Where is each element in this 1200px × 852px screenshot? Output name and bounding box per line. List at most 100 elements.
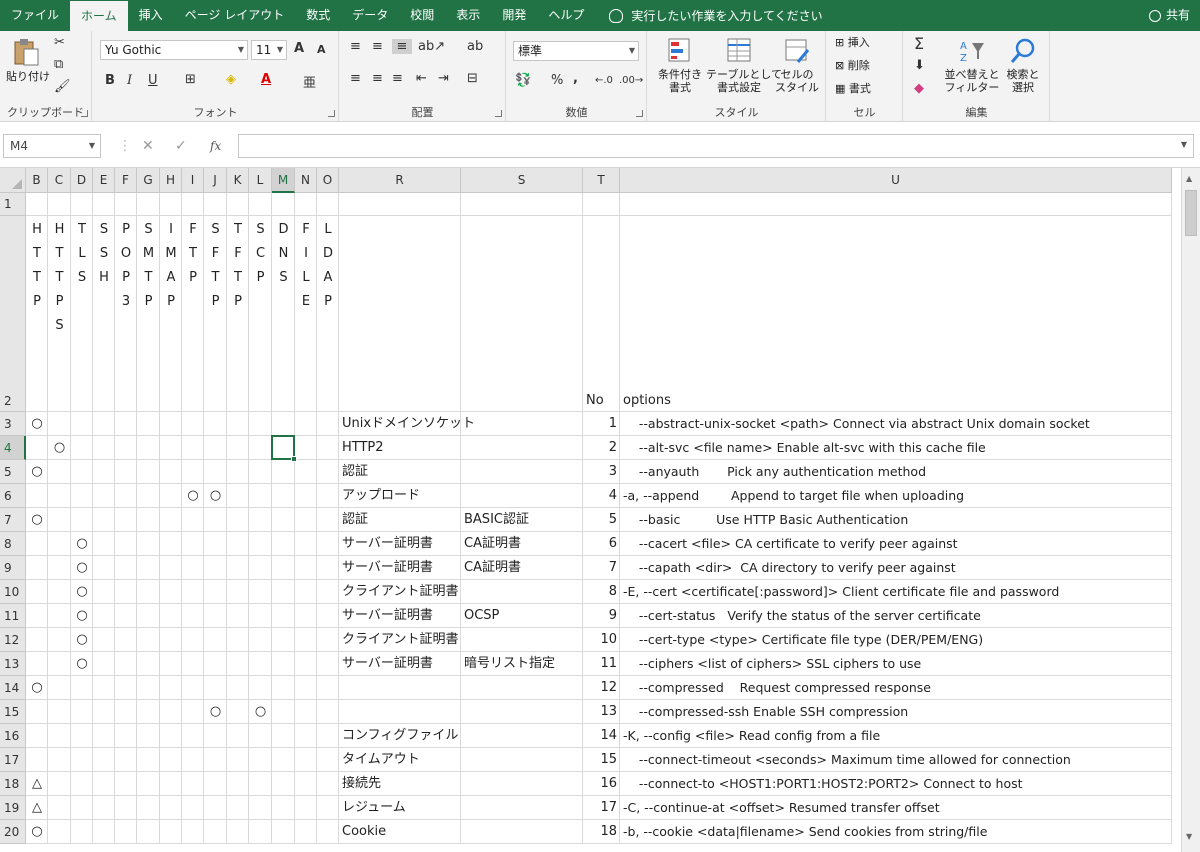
currency-icon[interactable]: 💱 — [515, 73, 531, 88]
scroll-thumb[interactable] — [1185, 190, 1197, 236]
cell[interactable] — [48, 748, 71, 772]
cell[interactable] — [227, 628, 249, 652]
clipboard-launcher[interactable] — [81, 110, 88, 117]
cell[interactable] — [339, 193, 461, 216]
cell[interactable] — [295, 193, 317, 216]
cell[interactable] — [93, 460, 115, 484]
cell[interactable] — [182, 748, 204, 772]
cell[interactable] — [48, 700, 71, 724]
column-header-o[interactable]: O — [317, 168, 339, 193]
cell[interactable] — [295, 748, 317, 772]
cell[interactable] — [272, 820, 295, 844]
column-header-d[interactable]: D — [71, 168, 93, 193]
row-header-5[interactable]: 5 — [0, 460, 26, 484]
cell[interactable] — [620, 193, 1172, 216]
cell[interactable] — [204, 748, 227, 772]
cell[interactable] — [227, 772, 249, 796]
cell[interactable] — [115, 412, 137, 436]
cell[interactable] — [272, 748, 295, 772]
cell[interactable] — [115, 652, 137, 676]
row-header-18[interactable]: 18 — [0, 772, 26, 796]
cell[interactable] — [160, 412, 182, 436]
cell[interactable] — [295, 700, 317, 724]
cell[interactable] — [93, 484, 115, 508]
scroll-up-icon[interactable]: ▲ — [1186, 174, 1192, 183]
cell[interactable] — [317, 652, 339, 676]
cell[interactable] — [93, 724, 115, 748]
cell[interactable] — [115, 628, 137, 652]
cell[interactable] — [48, 460, 71, 484]
cell[interactable] — [93, 700, 115, 724]
column-header-s[interactable]: S — [461, 168, 583, 193]
row-header-19[interactable]: 19 — [0, 796, 26, 820]
cell[interactable] — [137, 556, 160, 580]
delete-cells-button[interactable]: ⊠ 削除 — [835, 59, 870, 72]
cell[interactable] — [583, 216, 620, 412]
cell[interactable] — [272, 724, 295, 748]
cell[interactable] — [115, 820, 137, 844]
cell[interactable] — [160, 508, 182, 532]
cell[interactable] — [93, 772, 115, 796]
merge-center-icon[interactable]: ⊟ — [467, 71, 478, 86]
sort-filter-button[interactable]: A Z 並べ替えと フィルター — [944, 37, 1000, 94]
cell[interactable] — [26, 748, 48, 772]
tab-help[interactable]: ヘルプ — [537, 0, 595, 31]
row-header-8[interactable]: 8 — [0, 532, 26, 556]
border-icon[interactable]: ⊞ — [185, 72, 196, 87]
cell[interactable] — [249, 556, 272, 580]
cell[interactable] — [295, 820, 317, 844]
find-select-button[interactable]: 検索と 選択 — [1002, 37, 1044, 94]
row-header-9[interactable]: 9 — [0, 556, 26, 580]
cell[interactable] — [115, 772, 137, 796]
tab-data[interactable]: データ — [341, 0, 399, 31]
cell[interactable] — [137, 820, 160, 844]
cell[interactable] — [115, 676, 137, 700]
row-header-7[interactable]: 7 — [0, 508, 26, 532]
tab-insert[interactable]: 挿入 — [128, 0, 174, 31]
cell[interactable] — [48, 412, 71, 436]
fill-handle[interactable] — [291, 456, 297, 462]
row-header-16[interactable]: 16 — [0, 724, 26, 748]
cell[interactable] — [160, 460, 182, 484]
format-cells-button[interactable]: ▦ 書式 — [835, 82, 871, 95]
cell[interactable] — [160, 748, 182, 772]
cell[interactable] — [71, 820, 93, 844]
cell[interactable] — [71, 436, 93, 460]
cell[interactable] — [227, 436, 249, 460]
cell[interactable] — [204, 556, 227, 580]
cell[interactable] — [71, 460, 93, 484]
column-header-l[interactable]: L — [249, 168, 272, 193]
cell[interactable] — [160, 532, 182, 556]
cell[interactable] — [317, 193, 339, 216]
cell-styles-button[interactable]: セルの スタイル — [772, 37, 822, 94]
cell[interactable] — [71, 508, 93, 532]
cell[interactable] — [317, 820, 339, 844]
cell[interactable] — [272, 700, 295, 724]
cell[interactable] — [620, 216, 1172, 412]
cell[interactable] — [227, 820, 249, 844]
cell[interactable] — [227, 556, 249, 580]
orientation-icon[interactable]: ab↗ — [418, 39, 445, 54]
cell[interactable] — [182, 508, 204, 532]
insert-cells-button[interactable]: ⊞ 挿入 — [835, 36, 870, 49]
cell[interactable] — [137, 508, 160, 532]
cell[interactable] — [71, 796, 93, 820]
cell[interactable] — [249, 820, 272, 844]
insert-function-button[interactable]: fx — [210, 134, 221, 158]
cell[interactable] — [249, 652, 272, 676]
cell[interactable] — [137, 748, 160, 772]
cell[interactable] — [48, 724, 71, 748]
cell[interactable] — [160, 700, 182, 724]
vertical-scrollbar[interactable]: ▲ ▼ — [1181, 168, 1200, 852]
column-header-m[interactable]: M — [272, 168, 295, 193]
underline-button[interactable]: U — [148, 73, 158, 88]
number-format-combo[interactable]: 標準 ▼ — [513, 41, 639, 61]
comma-button[interactable]: , — [573, 71, 578, 86]
cell[interactable] — [115, 580, 137, 604]
cell[interactable] — [272, 193, 295, 216]
cell[interactable] — [249, 412, 272, 436]
cell[interactable] — [182, 820, 204, 844]
row-header-12[interactable]: 12 — [0, 628, 26, 652]
cell[interactable] — [93, 748, 115, 772]
cell[interactable] — [317, 460, 339, 484]
